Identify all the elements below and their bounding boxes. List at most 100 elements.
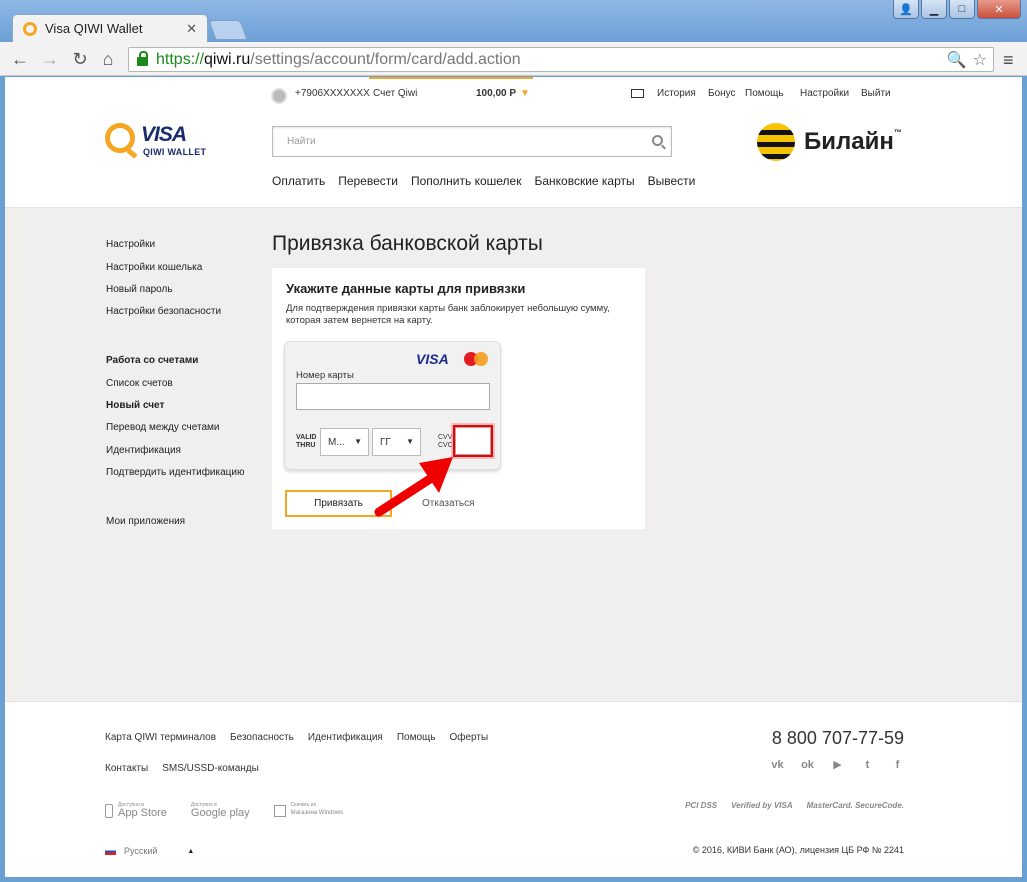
- qiwi-logo[interactable]: VISA QIWI WALLET: [105, 123, 225, 163]
- sidebar-item-new-password[interactable]: Новый пароль: [106, 284, 173, 295]
- footer-link-security[interactable]: Безопасность: [230, 732, 294, 743]
- avatar[interactable]: [271, 88, 287, 104]
- main-nav: Оплатить Перевести Пополнить кошелек Бан…: [272, 174, 695, 188]
- window-controls: 👤 ▁ □ ✕: [893, 0, 1021, 19]
- logo-wallet-text: QIWI WALLET: [143, 147, 207, 157]
- partner-name: Билайн: [804, 128, 894, 155]
- sidebar-item-confirm-identification[interactable]: Подтвердить идентификацию: [106, 467, 244, 478]
- form-note: Для подтверждения привязки карты банк за…: [286, 303, 610, 326]
- account-label[interactable]: Счет Qiwi: [373, 88, 417, 99]
- partner-logo[interactable]: Билайн™: [757, 123, 902, 161]
- site-header: +7906XXXXXXX Счет Qiwi 100,00 Р ▼ Истори…: [5, 77, 1022, 208]
- social-links: vk ok ▶ t f: [771, 759, 904, 771]
- form-heading: Укажите данные карты для привязки: [286, 281, 526, 296]
- footer-link-identification[interactable]: Идентификация: [308, 732, 383, 743]
- balance-dropdown-icon[interactable]: ▼: [520, 88, 530, 99]
- payment-security-badges: PCI DSS Verified by VISA MasterCard. Sec…: [685, 802, 904, 810]
- support-phone[interactable]: 8 800 707-77-59: [772, 728, 904, 749]
- partner-tm: ™: [893, 128, 902, 137]
- expiry-month-value: М...: [328, 436, 345, 448]
- link-help[interactable]: Помощь: [745, 88, 784, 99]
- logo-visa-text: VISA: [141, 123, 187, 146]
- active-account-indicator: [369, 77, 533, 79]
- minimize-button[interactable]: ▁: [921, 0, 947, 19]
- link-logout[interactable]: Выйти: [861, 88, 891, 99]
- sidebar-item-identification[interactable]: Идентификация: [106, 445, 181, 456]
- home-icon[interactable]: ⌂: [98, 49, 118, 69]
- browser-menu-icon[interactable]: ≡: [1003, 50, 1019, 71]
- visa-brand-icon: VISA: [416, 351, 449, 367]
- cvv-label: CVV CVC: [438, 434, 453, 449]
- twitter-icon[interactable]: t: [861, 759, 874, 771]
- url-scheme: https://: [156, 50, 205, 68]
- new-tab-button[interactable]: [208, 20, 248, 40]
- account-balance[interactable]: 100,00 Р: [476, 88, 516, 99]
- qiwi-q-icon: [105, 123, 135, 153]
- link-history[interactable]: История: [657, 88, 696, 99]
- sidebar-item-new-account[interactable]: Новый счет: [106, 400, 164, 411]
- footer-link-contacts[interactable]: Контакты: [105, 763, 148, 774]
- facebook-icon[interactable]: f: [891, 759, 904, 771]
- window-titlebar: Visa QIWI Wallet ✕ 👤 ▁ □ ✕: [0, 0, 1027, 42]
- qiwi-favicon-icon: [23, 21, 37, 36]
- pci-dss-badge: PCI DSS: [685, 801, 718, 810]
- link-settings[interactable]: Настройки: [800, 88, 849, 99]
- maximize-button[interactable]: □: [949, 0, 975, 19]
- odnoklassniki-icon[interactable]: ok: [801, 759, 814, 771]
- user-phone[interactable]: +7906XXXXXXX: [295, 88, 370, 99]
- sidebar-item-account-list[interactable]: Список счетов: [106, 378, 173, 389]
- tab-title: Visa QIWI Wallet: [45, 21, 143, 36]
- nav-topup[interactable]: Пополнить кошелек: [411, 174, 522, 188]
- sidebar-item-transfer-accounts[interactable]: Перевод между счетами: [106, 422, 219, 433]
- language-selector[interactable]: Русский ▲: [105, 846, 194, 856]
- zoom-icon[interactable]: 🔍: [947, 50, 967, 70]
- nav-bank-cards[interactable]: Банковские карты: [534, 174, 634, 188]
- card-number-label: Номер карты: [296, 370, 354, 381]
- nav-pay[interactable]: Оплатить: [272, 174, 325, 188]
- footer-link-help[interactable]: Помощь: [397, 732, 436, 743]
- reload-icon[interactable]: ↻: [70, 49, 90, 69]
- red-arrow-annotation: [374, 457, 453, 517]
- link-bonus[interactable]: Бонус: [708, 88, 736, 99]
- youtube-icon[interactable]: ▶: [831, 759, 844, 771]
- window-bottom-border: [0, 877, 1027, 882]
- forward-arrow-icon[interactable]: →: [40, 49, 60, 69]
- url-host: qiwi.ru: [204, 50, 251, 68]
- nav-transfer[interactable]: Перевести: [338, 174, 398, 188]
- close-window-button[interactable]: ✕: [977, 0, 1021, 19]
- footer-link-terminals[interactable]: Карта QIWI терминалов: [105, 732, 216, 743]
- browser-tab[interactable]: Visa QIWI Wallet ✕: [12, 14, 208, 42]
- vk-icon[interactable]: vk: [771, 759, 784, 771]
- footer-link-offers[interactable]: Оферты: [449, 732, 488, 743]
- sidebar-item-settings[interactable]: Настройки: [106, 239, 155, 250]
- profile-icon[interactable]: 👤: [893, 0, 919, 19]
- copyright: © 2016, КИВИ Банк (АО), лицензия ЦБ РФ №…: [692, 845, 904, 855]
- beeline-ball-icon: [757, 123, 795, 161]
- search-icon[interactable]: [652, 135, 663, 146]
- sidebar-item-security[interactable]: Настройки безопасности: [106, 306, 221, 317]
- browser-toolbar: ← → ↻ ⌂ https:// qiwi.ru /settings/accou…: [0, 42, 1027, 76]
- sidebar-item-my-apps[interactable]: Мои приложения: [106, 516, 185, 527]
- windows-store-badge[interactable]: Скачать из Магазина Windows: [273, 802, 343, 819]
- page-viewport: +7906XXXXXXX Счет Qiwi 100,00 Р ▼ Истори…: [5, 77, 1022, 877]
- sidebar-group-accounts: Работа со счетами: [106, 355, 199, 366]
- google-play-badge[interactable]: Доступно в Google play: [191, 802, 250, 819]
- mail-icon[interactable]: [631, 89, 644, 98]
- page-title: Привязка банковской карты: [272, 232, 543, 255]
- search-input[interactable]: Найти: [272, 126, 672, 157]
- address-bar[interactable]: https:// qiwi.ru /settings/account/form/…: [128, 47, 994, 72]
- sidebar-item-wallet-settings[interactable]: Настройки кошелька: [106, 262, 202, 273]
- bookmark-star-icon[interactable]: ☆: [973, 50, 987, 70]
- chevron-down-icon: ▼: [354, 437, 362, 446]
- tab-close-icon[interactable]: ✕: [186, 21, 197, 37]
- phone-icon: [105, 803, 113, 818]
- app-store-badge[interactable]: Доступно в App Store: [105, 802, 167, 819]
- card-number-input[interactable]: [296, 383, 490, 410]
- account-topline: +7906XXXXXXX Счет Qiwi 100,00 Р ▼ Истори…: [271, 87, 891, 104]
- footer-links-row2: Контакты SMS/USSD-команды: [105, 763, 259, 774]
- expiry-year-value: ГГ: [380, 436, 391, 448]
- footer-link-sms[interactable]: SMS/USSD-команды: [162, 763, 259, 774]
- nav-withdraw[interactable]: Вывести: [648, 174, 696, 188]
- back-arrow-icon[interactable]: ←: [10, 49, 30, 69]
- expiry-month-select[interactable]: М... ▼: [320, 428, 369, 456]
